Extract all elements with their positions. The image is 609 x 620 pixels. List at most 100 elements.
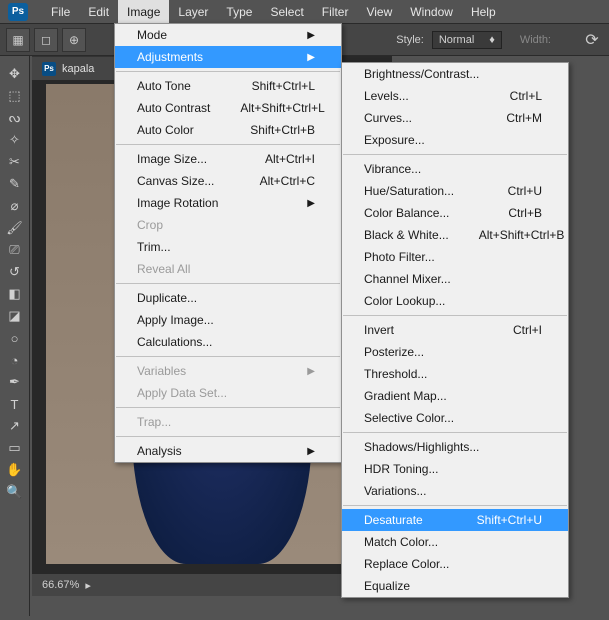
adjustments-menu-black-white[interactable]: Black & White...Alt+Shift+Ctrl+B <box>342 224 568 246</box>
adjustments-menu-exposure[interactable]: Exposure... <box>342 129 568 151</box>
zoom-tool-icon[interactable]: 🔍 <box>4 482 26 502</box>
adjustments-menu-separator <box>343 315 567 316</box>
image-menu-separator <box>116 436 340 437</box>
menu-type[interactable]: Type <box>217 0 261 24</box>
eyedropper-tool-icon[interactable]: ✎ <box>4 174 26 194</box>
style-dropdown[interactable]: Normal ♦ <box>432 31 502 49</box>
adjustments-menu-photo-filter[interactable]: Photo Filter... <box>342 246 568 268</box>
brush-tool-icon[interactable]: 🖌 <box>4 218 26 238</box>
menu-item-label: Mode <box>137 28 167 42</box>
selection-add-icon[interactable]: ⊕ <box>62 28 86 52</box>
tool-preset-icon[interactable]: ▦ <box>6 28 30 52</box>
adjustments-menu-vibrance[interactable]: Vibrance... <box>342 158 568 180</box>
submenu-arrow-icon: ▶ <box>307 52 315 63</box>
crop-tool-icon[interactable]: ✂ <box>4 152 26 172</box>
stamp-tool-icon[interactable]: ⎚ <box>4 240 26 260</box>
menu-item-label: Match Color... <box>364 535 438 549</box>
lasso-tool-icon[interactable]: ᔓ <box>4 108 26 128</box>
image-menu-trap: Trap... <box>115 411 341 433</box>
menu-filter[interactable]: Filter <box>313 0 358 24</box>
menu-item-shortcut: Alt+Ctrl+I <box>265 152 315 166</box>
hand-tool-icon[interactable]: ✋ <box>4 460 26 480</box>
adjustments-menu-selective-color[interactable]: Selective Color... <box>342 407 568 429</box>
menu-window[interactable]: Window <box>401 0 462 24</box>
menu-item-shortcut: Ctrl+B <box>508 206 542 220</box>
image-menu-duplicate[interactable]: Duplicate... <box>115 287 341 309</box>
image-menu-trim[interactable]: Trim... <box>115 236 341 258</box>
menu-item-label: Trim... <box>137 240 171 254</box>
dodge-tool-icon[interactable]: ◔ <box>4 350 26 370</box>
menu-item-label: Adjustments <box>137 50 203 64</box>
adjustments-menu-threshold[interactable]: Threshold... <box>342 363 568 385</box>
adjustments-menu-invert[interactable]: InvertCtrl+I <box>342 319 568 341</box>
pen-tool-icon[interactable]: ✒ <box>4 372 26 392</box>
menu-item-label: Auto Tone <box>137 79 191 93</box>
healing-tool-icon[interactable]: ⌀ <box>4 196 26 216</box>
menu-help[interactable]: Help <box>462 0 505 24</box>
adjustments-menu-match-color[interactable]: Match Color... <box>342 531 568 553</box>
move-tool-icon[interactable]: ✥ <box>4 64 26 84</box>
adjustments-menu-color-lookup[interactable]: Color Lookup... <box>342 290 568 312</box>
menu-item-label: Equalize <box>364 579 410 593</box>
image-menu-auto-color[interactable]: Auto ColorShift+Ctrl+B <box>115 119 341 141</box>
menu-item-shortcut: Alt+Shift+Ctrl+L <box>240 101 324 115</box>
adjustments-menu-brightness-contrast[interactable]: Brightness/Contrast... <box>342 63 568 85</box>
adjustments-menu-curves[interactable]: Curves...Ctrl+M <box>342 107 568 129</box>
zoom-level[interactable]: 66.67% <box>42 579 79 591</box>
adjustments-menu-replace-color[interactable]: Replace Color... <box>342 553 568 575</box>
menu-edit[interactable]: Edit <box>79 0 118 24</box>
image-menu-auto-contrast[interactable]: Auto ContrastAlt+Shift+Ctrl+L <box>115 97 341 119</box>
adjustments-menu-shadows-highlights[interactable]: Shadows/Highlights... <box>342 436 568 458</box>
refresh-icon[interactable]: ⟳ <box>581 29 603 51</box>
adjustments-menu-hue-saturation[interactable]: Hue/Saturation...Ctrl+U <box>342 180 568 202</box>
menu-file[interactable]: File <box>42 0 79 24</box>
image-menu-apply-image[interactable]: Apply Image... <box>115 309 341 331</box>
adjustments-menu-color-balance[interactable]: Color Balance...Ctrl+B <box>342 202 568 224</box>
gradient-tool-icon[interactable]: ◪ <box>4 306 26 326</box>
menu-item-label: Replace Color... <box>364 557 449 571</box>
menu-item-shortcut: Ctrl+L <box>510 89 542 103</box>
image-menu-image-size[interactable]: Image Size...Alt+Ctrl+I <box>115 148 341 170</box>
type-tool-icon[interactable]: T <box>4 394 26 414</box>
menu-layer[interactable]: Layer <box>169 0 217 24</box>
image-menu-adjustments[interactable]: Adjustments ▶ <box>115 46 341 68</box>
adjustments-menu-desaturate[interactable]: DesaturateShift+Ctrl+U <box>342 509 568 531</box>
shape-tool-icon[interactable]: ▭ <box>4 438 26 458</box>
menu-item-label: Gradient Map... <box>364 389 447 403</box>
path-tool-icon[interactable]: ↗ <box>4 416 26 436</box>
chevron-right-icon[interactable]: ▸ <box>85 579 91 592</box>
image-menu-image-rotation[interactable]: Image Rotation▶ <box>115 192 341 214</box>
submenu-arrow-icon: ▶ <box>307 198 315 209</box>
image-menu-separator <box>116 144 340 145</box>
blur-tool-icon[interactable]: ○ <box>4 328 26 348</box>
adjustments-menu-posterize[interactable]: Posterize... <box>342 341 568 363</box>
adjustments-menu-channel-mixer[interactable]: Channel Mixer... <box>342 268 568 290</box>
eraser-tool-icon[interactable]: ◧ <box>4 284 26 304</box>
image-menu-auto-tone[interactable]: Auto ToneShift+Ctrl+L <box>115 75 341 97</box>
menu-item-label: Invert <box>364 323 394 337</box>
menu-item-label: Trap... <box>137 415 171 429</box>
adjustments-menu-levels[interactable]: Levels...Ctrl+L <box>342 85 568 107</box>
history-brush-icon[interactable]: ↺ <box>4 262 26 282</box>
selection-mode-icon[interactable]: ◻ <box>34 28 58 52</box>
menu-item-label: Variables <box>137 364 186 378</box>
adjustments-menu-variations[interactable]: Variations... <box>342 480 568 502</box>
style-label: Style: <box>396 34 424 46</box>
menu-item-label: Selective Color... <box>364 411 454 425</box>
adjustments-menu-equalize[interactable]: Equalize <box>342 575 568 597</box>
image-menu-analysis[interactable]: Analysis▶ <box>115 440 341 462</box>
marquee-tool-icon[interactable]: ⬚ <box>4 86 26 106</box>
image-menu-reveal-all: Reveal All <box>115 258 341 280</box>
image-menu-mode[interactable]: Mode▶ <box>115 24 341 46</box>
menu-view[interactable]: View <box>357 0 401 24</box>
adjustments-menu-hdr-toning[interactable]: HDR Toning... <box>342 458 568 480</box>
image-menu-canvas-size[interactable]: Canvas Size...Alt+Ctrl+C <box>115 170 341 192</box>
adjustments-menu-separator <box>343 505 567 506</box>
image-menu-calculations[interactable]: Calculations... <box>115 331 341 353</box>
menu-image[interactable]: Image <box>118 0 169 24</box>
wand-tool-icon[interactable]: ✧ <box>4 130 26 150</box>
adjustments-menu-gradient-map[interactable]: Gradient Map... <box>342 385 568 407</box>
style-value: Normal <box>439 34 474 46</box>
menu-select[interactable]: Select <box>261 0 312 24</box>
menu-item-shortcut: Shift+Ctrl+B <box>250 123 315 137</box>
